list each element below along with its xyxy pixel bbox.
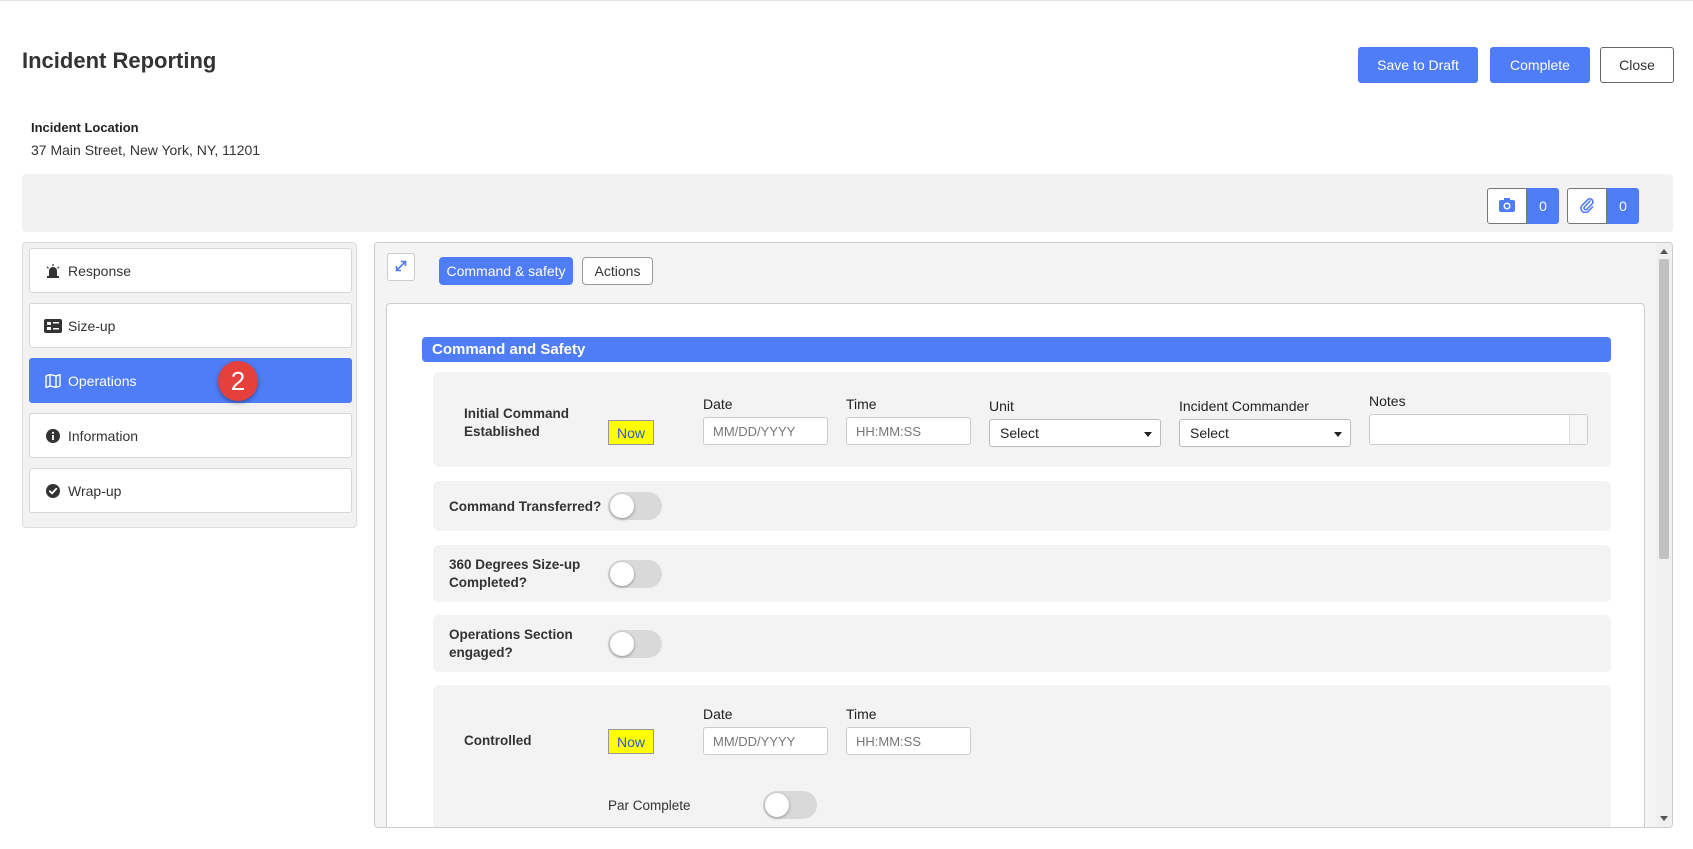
section-sidebar: Response Size-up Operations 2 Informatio… [22,242,357,528]
controlled-date-input[interactable]: MM/DD/YYYY [703,727,828,755]
camera-icon [1499,197,1515,215]
command-transferred-row: Command Transferred? [433,481,1611,531]
sidebar-item-size-up[interactable]: Size-up [29,303,352,348]
sidebar-item-label: Operations [68,372,137,389]
initial-command-time-input[interactable]: HH:MM:SS [846,417,971,445]
map-icon [44,373,62,389]
size-up-completed-row: 360 Degrees Size-up Completed? [433,545,1611,602]
unit-label: Unit [989,398,1014,414]
form-content: Command and Safety Initial Command Estab… [386,303,1645,827]
toggle-knob [765,793,789,817]
siren-icon [44,263,62,279]
chevron-down-icon [1144,432,1152,437]
incident-commander-label: Incident Commander [1179,398,1309,414]
command-transferred-label: Command Transferred? [449,499,602,514]
expand-button[interactable] [387,253,415,281]
sidebar-item-label: Wrap-up [68,482,122,499]
sidebar-item-label: Information [68,427,139,444]
sidebar-item-operations[interactable]: Operations 2 [29,358,352,403]
info-icon [44,428,62,444]
sidebar-item-response[interactable]: Response [29,248,352,293]
initial-command-row: Initial Command Established Now Date MM/… [433,372,1611,467]
controlled-label: Controlled [464,733,532,748]
incident-commander-value: Select [1190,425,1229,441]
attachment-count: 0 [1607,188,1639,224]
dashboard-icon [44,318,62,334]
controlled-now-button[interactable]: Now [608,729,654,754]
incident-location-label: Incident Location [31,120,139,135]
scroll-thumb[interactable] [1659,259,1669,559]
time-label: Time [846,706,877,722]
par-complete-toggle[interactable] [763,791,817,819]
sidebar-item-label: Size-up [68,317,116,334]
close-button[interactable]: Close [1600,47,1674,83]
camera-button[interactable] [1487,188,1527,224]
photo-count: 0 [1527,188,1559,224]
unit-select-value: Select [1000,425,1039,441]
step-badge: 2 [218,361,258,401]
complete-button[interactable]: Complete [1490,47,1590,83]
chevron-down-icon [1334,432,1342,437]
tab-command-safety[interactable]: Command & safety [439,257,573,285]
date-label: Date [703,706,733,722]
unit-select[interactable]: Select [989,419,1161,447]
section-title: Command and Safety [422,337,1611,362]
incident-location-value: 37 Main Street, New York, NY, 11201 [31,142,261,158]
scrollbar[interactable] [1656,243,1672,827]
scroll-down-arrow[interactable] [1660,816,1668,821]
operations-engaged-toggle[interactable] [608,630,662,658]
notes-textarea[interactable] [1369,414,1588,445]
controlled-time-input[interactable]: HH:MM:SS [846,727,971,755]
par-complete-label: Par Complete [608,798,691,813]
command-transferred-toggle[interactable] [608,492,662,520]
sidebar-item-label: Response [68,262,132,279]
page-title: Incident Reporting [22,48,217,73]
top-divider [0,0,1693,1]
date-label: Date [703,396,733,412]
sidebar-item-wrap-up[interactable]: Wrap-up [29,468,352,513]
size-up-completed-toggle[interactable] [608,560,662,588]
notes-label: Notes [1369,393,1406,409]
expand-icon [394,259,408,276]
scroll-up-arrow[interactable] [1660,249,1668,254]
main-panel: Command & safety Actions Command and Saf… [374,242,1673,828]
paperclip-icon [1580,197,1594,216]
operations-engaged-row: Operations Section engaged? [433,615,1611,672]
time-label: Time [846,396,877,412]
initial-command-label: Initial Command Established [464,406,570,439]
toggle-knob [610,494,634,518]
toggle-knob [610,562,634,586]
size-up-completed-label: 360 Degrees Size-up Completed? [449,557,581,590]
save-to-draft-button[interactable]: Save to Draft [1358,47,1478,83]
initial-command-date-input[interactable]: MM/DD/YYYY [703,417,828,445]
operations-engaged-label: Operations Section engaged? [449,627,573,660]
media-toolbar: 0 0 [22,174,1673,232]
initial-command-now-button[interactable]: Now [608,420,654,445]
sidebar-item-information[interactable]: Information [29,413,352,458]
attachment-button[interactable] [1567,188,1607,224]
controlled-row: Controlled Now Date MM/DD/YYYY Time HH:M… [433,685,1611,827]
resize-handle[interactable] [1569,415,1587,444]
tab-actions[interactable]: Actions [582,257,653,285]
check-circle-icon [44,483,62,499]
toggle-knob [610,632,634,656]
incident-commander-select[interactable]: Select [1179,419,1351,447]
